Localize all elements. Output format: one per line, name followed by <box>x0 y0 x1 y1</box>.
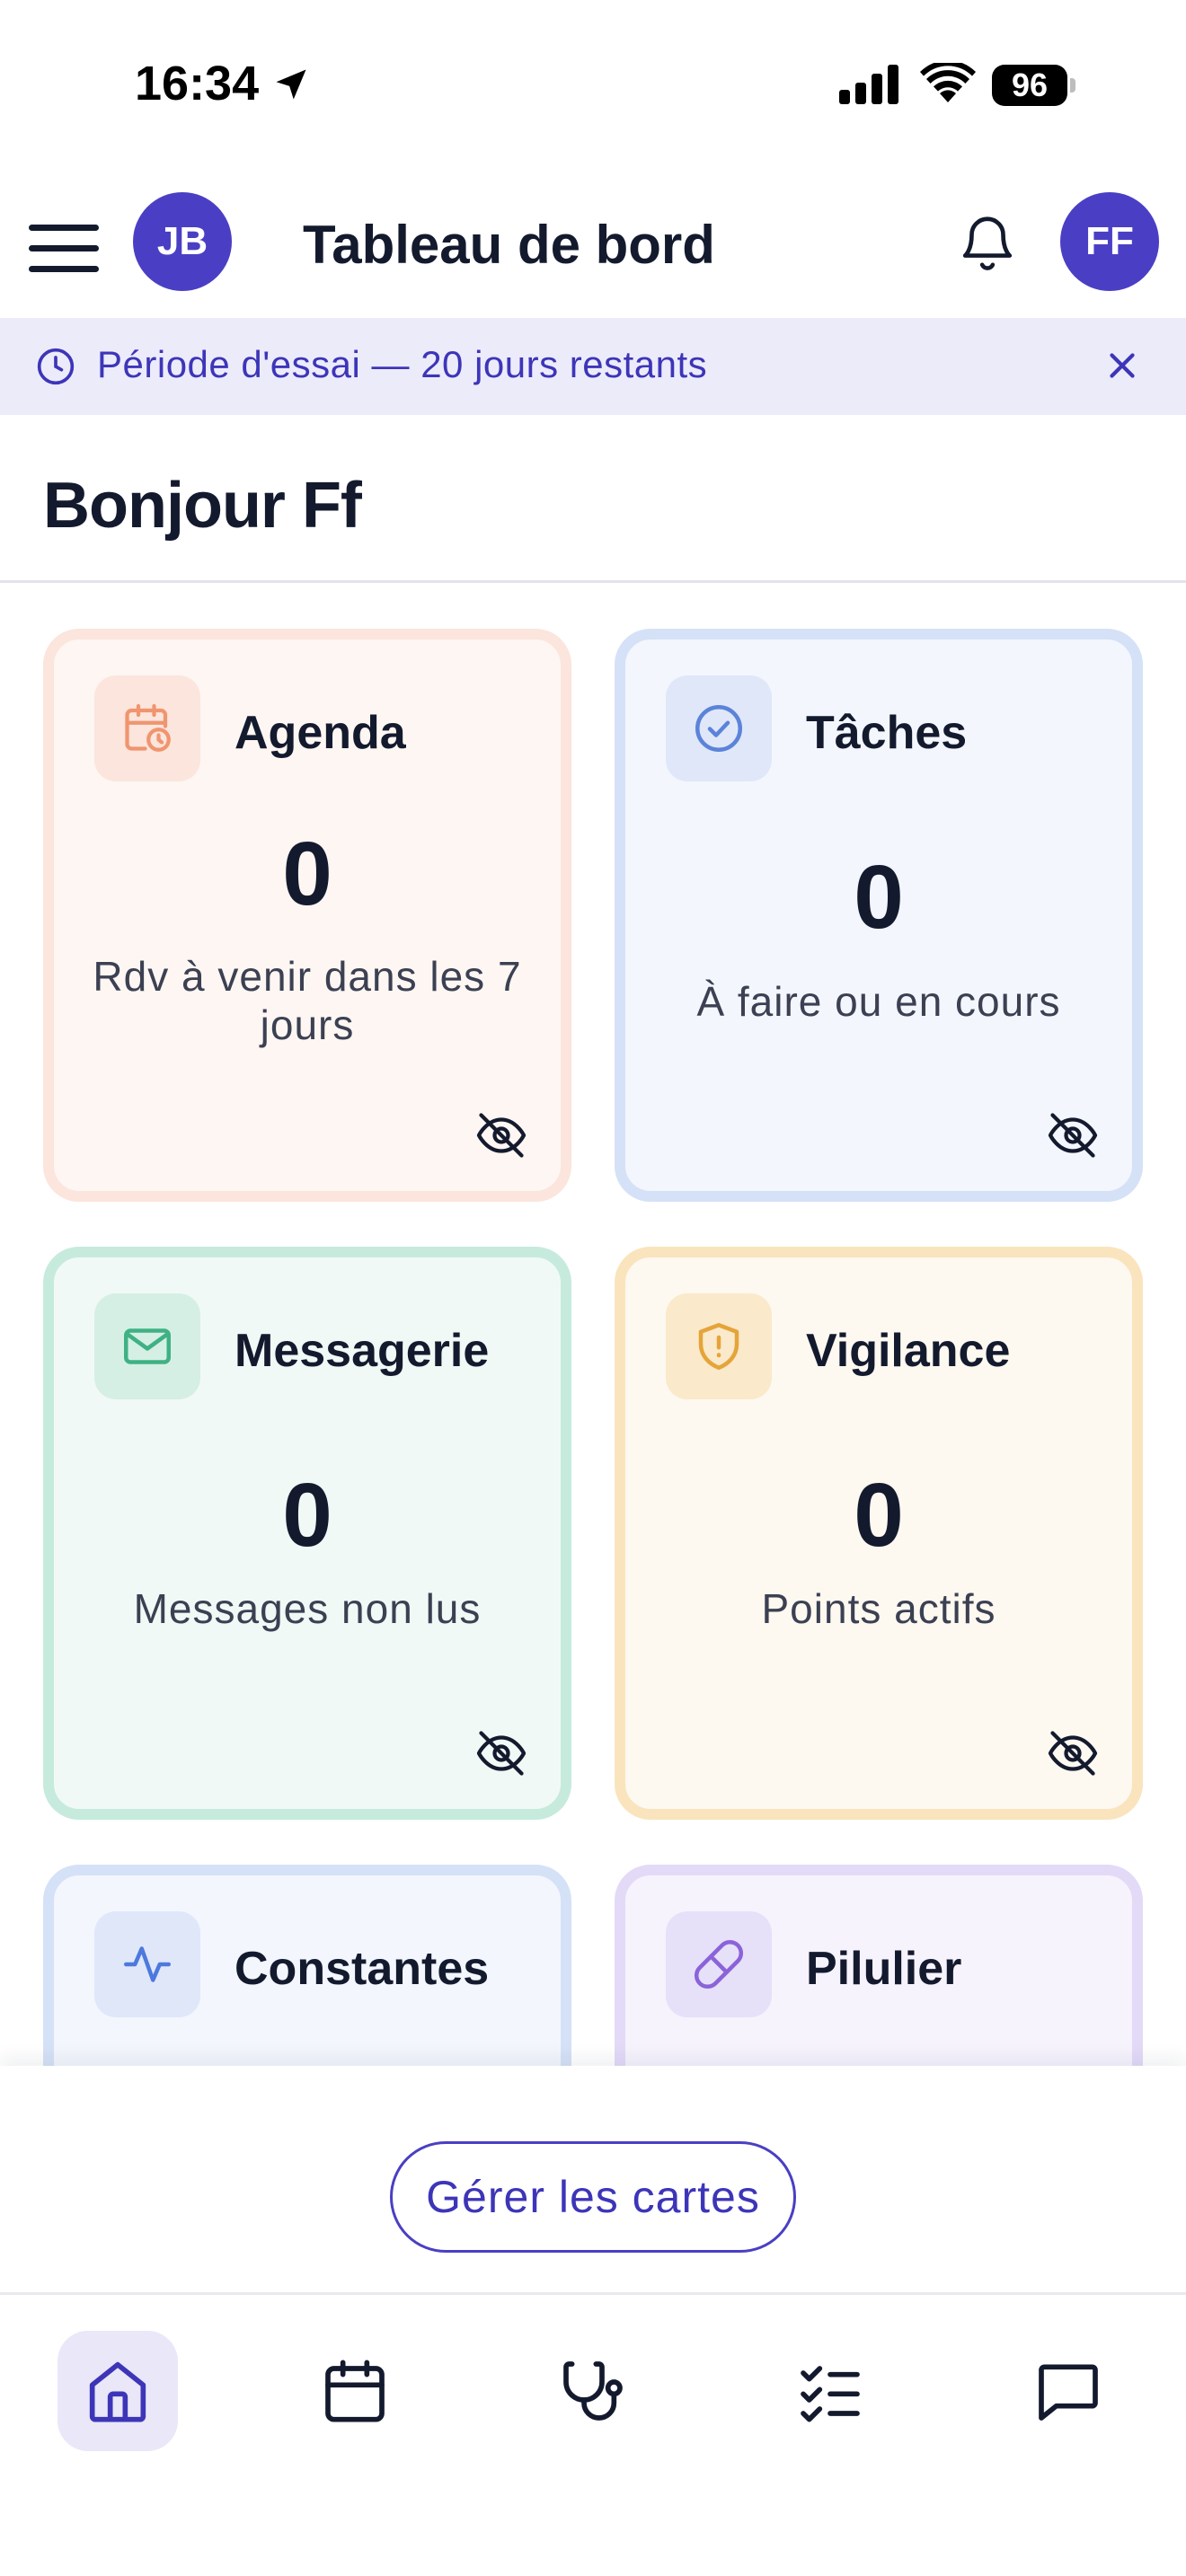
bottom-tab-bar <box>0 2292 1186 2576</box>
app-header: JB Tableau de bord FF <box>0 189 1186 314</box>
card-description: Messages non lus <box>133 1585 482 1632</box>
card-icon-box <box>666 1911 772 2017</box>
card-value: 0 <box>854 1465 904 1566</box>
card-description: À faire ou en cours <box>696 978 1061 1025</box>
stethoscope-icon <box>563 2361 623 2421</box>
eye-off-icon[interactable] <box>1046 1726 1100 1780</box>
card-title: Vigilance <box>806 1325 1011 1377</box>
tab-messages[interactable] <box>1008 2331 1128 2451</box>
page-title: Tableau de bord <box>303 215 715 275</box>
mail-icon <box>124 1328 171 1364</box>
eye-off-icon[interactable] <box>1046 1108 1100 1162</box>
shield-alert-icon <box>698 1323 739 1370</box>
battery-indicator: 96 <box>992 65 1075 106</box>
tab-tasks[interactable] <box>770 2331 890 2451</box>
eye-off-icon[interactable] <box>474 1726 528 1780</box>
card-taches[interactable]: Tâches 0 À faire ou en cours <box>615 629 1143 1202</box>
tab-home[interactable] <box>58 2331 178 2451</box>
trial-text: Période d'essai — 20 jours restants <box>97 343 708 385</box>
home-icon <box>89 2361 146 2422</box>
battery-level: 96 <box>992 65 1067 106</box>
card-description: Rdv à venir dans les 7 jours <box>93 953 522 1048</box>
pill-icon <box>695 1940 743 1989</box>
bell-icon[interactable] <box>956 208 1019 277</box>
card-icon-box <box>94 1911 200 2017</box>
user-avatar[interactable]: FF <box>1060 192 1159 291</box>
card-title: Messagerie <box>235 1325 490 1377</box>
card-value: 0 <box>854 847 904 948</box>
check-circle-icon <box>695 705 742 752</box>
wifi-icon <box>920 63 976 102</box>
card-agenda[interactable]: Agenda 0 Rdv à venir dans les 7 jours <box>43 629 571 1202</box>
activity-icon <box>124 1946 171 1982</box>
cellular-signal-icon <box>839 65 898 104</box>
card-title: Constantes <box>235 1943 490 1995</box>
card-title: Pilulier <box>806 1943 962 1995</box>
divider <box>0 580 1186 583</box>
manage-cards-panel: Gérer les cartes <box>0 2066 1186 2292</box>
status-time: 16:34 <box>135 57 260 110</box>
location-arrow-icon <box>276 69 306 100</box>
card-title: Agenda <box>235 707 406 759</box>
close-icon[interactable] <box>1102 345 1143 386</box>
card-title: Tâches <box>806 707 968 759</box>
greeting: Bonjour Ff <box>43 470 362 542</box>
card-icon-box <box>666 1293 772 1399</box>
card-icon-box <box>94 675 200 781</box>
card-messagerie[interactable]: Messagerie 0 Messages non lus <box>43 1247 571 1820</box>
status-bar: 16:34 96 <box>0 0 1186 171</box>
card-value: 0 <box>282 824 332 924</box>
trial-banner: Période d'essai — 20 jours restants <box>0 318 1186 415</box>
card-icon-box <box>666 675 772 781</box>
card-icon-box <box>94 1293 200 1399</box>
card-description: Points actifs <box>761 1585 996 1632</box>
card-vigilance[interactable]: Vigilance 0 Points actifs <box>615 1247 1143 1820</box>
list-checks-icon <box>801 2366 860 2422</box>
message-icon <box>1039 2364 1098 2421</box>
patient-avatar[interactable]: JB <box>133 192 232 291</box>
clock-icon <box>37 348 75 385</box>
calendar-icon <box>325 2360 385 2422</box>
tab-health[interactable] <box>533 2331 653 2451</box>
eye-off-icon[interactable] <box>474 1108 528 1162</box>
menu-icon[interactable] <box>29 221 99 277</box>
manage-cards-button[interactable]: Gérer les cartes <box>390 2141 796 2253</box>
tab-calendar[interactable] <box>295 2331 415 2451</box>
calendar-clock-icon <box>125 703 171 752</box>
card-value: 0 <box>282 1465 332 1566</box>
battery-tip <box>1070 78 1075 93</box>
